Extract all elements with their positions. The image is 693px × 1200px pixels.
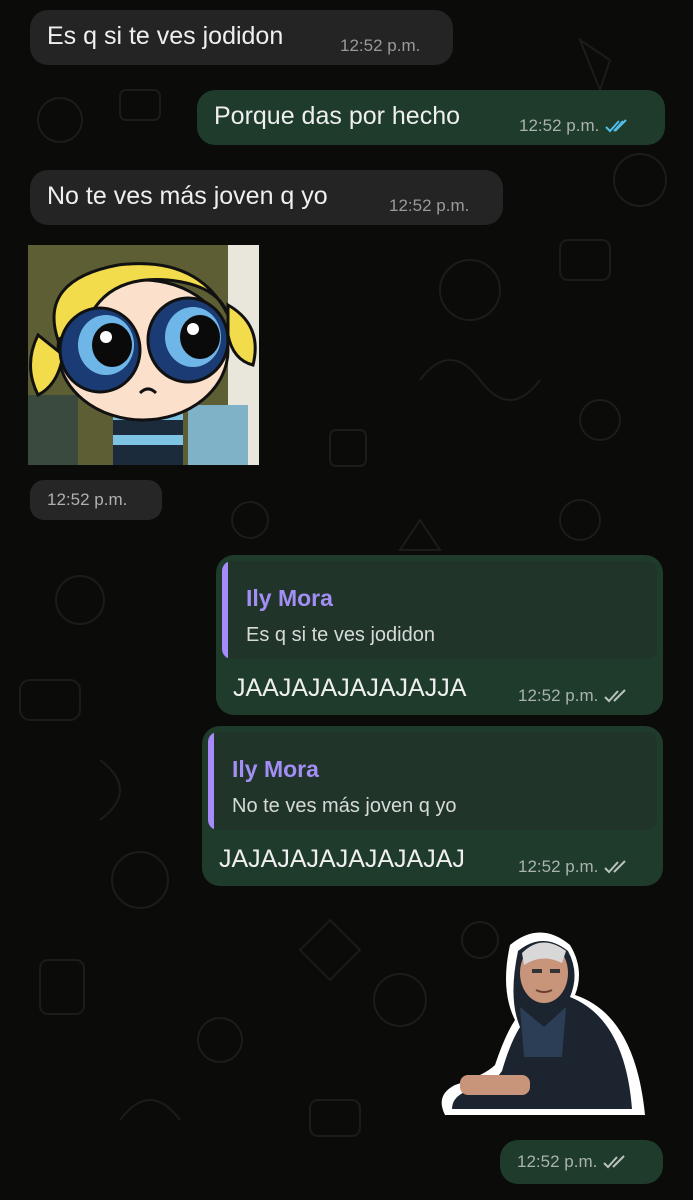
message-time: 12:52 p.m.	[518, 686, 599, 705]
incoming-message-bubble[interactable]: Es q si te ves jodidon 12:52 p.m.	[30, 10, 453, 65]
message-time: 12:52 p.m.	[47, 490, 128, 509]
message-time: 12:52 p.m.	[340, 36, 421, 55]
cartoon-girl-icon	[28, 245, 259, 465]
quoted-sender-name: Ily Mora	[232, 756, 319, 782]
quoted-message[interactable]: Ily Mora No te ves más joven q yo	[208, 732, 657, 830]
outgoing-reply-bubble[interactable]: Ily Mora No te ves más joven q yo JAJAJA…	[202, 726, 663, 886]
quote-accent-bar	[222, 561, 228, 659]
outgoing-message-bubble[interactable]: Porque das por hecho 12:52 p.m.	[197, 90, 665, 145]
quote-accent-bar	[208, 732, 214, 830]
message-time: 12:52 p.m.	[389, 196, 470, 215]
sticker-time-chip: 12:52 p.m.	[500, 1140, 663, 1184]
image-time-chip: 12:52 p.m.	[30, 480, 162, 520]
quoted-text: No te ves más joven q yo	[232, 795, 457, 817]
message-text: JAJAJAJAJAJAJAJAJ	[219, 845, 465, 873]
message-text: JAAJAJAJAJAJAJJA	[233, 674, 467, 702]
quoted-message[interactable]: Ily Mora Es q si te ves jodidon	[222, 561, 657, 659]
message-time-status: 12:52 p.m.	[518, 686, 630, 706]
man-sticker-icon	[441, 932, 645, 1115]
delivered-receipt-icon	[604, 689, 627, 703]
delivered-receipt-icon	[603, 1155, 626, 1169]
man-photo-sticker[interactable]	[440, 915, 658, 1115]
outgoing-reply-bubble[interactable]: Ily Mora Es q si te ves jodidon JAAJAJAJ…	[216, 555, 663, 715]
message-time-status: 12:52 p.m.	[517, 1152, 629, 1172]
incoming-message-bubble[interactable]: No te ves más joven q yo 12:52 p.m.	[30, 170, 503, 225]
message-time: 12:52 p.m.	[519, 116, 600, 135]
message-text: No te ves más joven q yo	[47, 182, 328, 210]
message-time: 12:52 p.m.	[517, 1152, 598, 1171]
delivered-receipt-icon	[604, 860, 627, 874]
message-text: Es q si te ves jodidon	[47, 22, 284, 50]
quoted-sender-name: Ily Mora	[246, 585, 333, 611]
message-text: Porque das por hecho	[214, 102, 461, 130]
message-time: 12:52 p.m.	[518, 857, 599, 876]
message-time-status: 12:52 p.m.	[519, 116, 631, 136]
cartoon-sticker-image[interactable]	[28, 245, 259, 465]
read-receipt-icon	[605, 119, 628, 133]
message-time-status: 12:52 p.m.	[518, 857, 630, 877]
quoted-text: Es q si te ves jodidon	[246, 624, 435, 646]
